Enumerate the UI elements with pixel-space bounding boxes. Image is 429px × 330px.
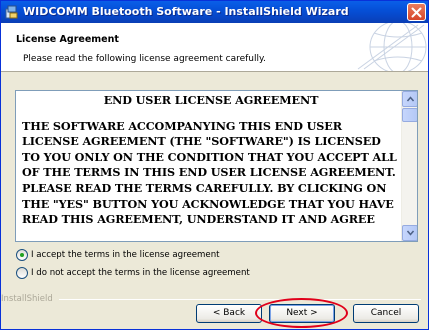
- wizard-header: License Agreement Please read the follow…: [1, 23, 428, 72]
- decline-radio[interactable]: [16, 267, 28, 279]
- scroll-thumb[interactable]: [402, 108, 417, 122]
- footer-divider: [59, 299, 421, 300]
- chevron-up-icon: [407, 96, 414, 102]
- chevron-down-icon: [407, 230, 414, 236]
- title-bar[interactable]: WIDCOMM Bluetooth Software - InstallShie…: [1, 1, 428, 23]
- license-body: THE SOFTWARE ACCOMPANYING THIS END USER …: [22, 118, 397, 227]
- close-icon: [411, 7, 422, 18]
- page-subtitle: Please read the following license agreem…: [23, 54, 266, 64]
- page-title: License Agreement: [16, 34, 119, 45]
- window-title: WIDCOMM Bluetooth Software - InstallShie…: [23, 5, 349, 18]
- cancel-button[interactable]: Cancel: [353, 304, 419, 323]
- installer-icon: [5, 5, 19, 19]
- accept-radio[interactable]: [16, 249, 28, 261]
- accept-label[interactable]: I accept the terms in the license agreem…: [31, 250, 220, 260]
- license-text-box[interactable]: END USER LICENSE AGREEMENT THE SOFTWARE …: [15, 90, 418, 242]
- decline-option[interactable]: I do not accept the terms in the license…: [16, 266, 250, 280]
- scroll-down-button[interactable]: [402, 225, 417, 241]
- license-heading: END USER LICENSE AGREEMENT: [103, 93, 319, 107]
- accept-option[interactable]: I accept the terms in the license agreem…: [16, 248, 220, 262]
- next-button[interactable]: Next >: [269, 304, 335, 323]
- close-button[interactable]: [407, 3, 426, 21]
- scroll-up-button[interactable]: [402, 91, 417, 107]
- globe-graphic-icon: [357, 23, 427, 71]
- decline-label[interactable]: I do not accept the terms in the license…: [31, 268, 250, 278]
- installshield-wizard-window: WIDCOMM Bluetooth Software - InstallShie…: [0, 0, 429, 330]
- installshield-brand: InstallShield: [1, 294, 53, 304]
- license-text: END USER LICENSE AGREEMENT THE SOFTWARE …: [22, 93, 400, 228]
- back-button[interactable]: < Back: [196, 304, 262, 323]
- vertical-scrollbar[interactable]: [401, 91, 417, 241]
